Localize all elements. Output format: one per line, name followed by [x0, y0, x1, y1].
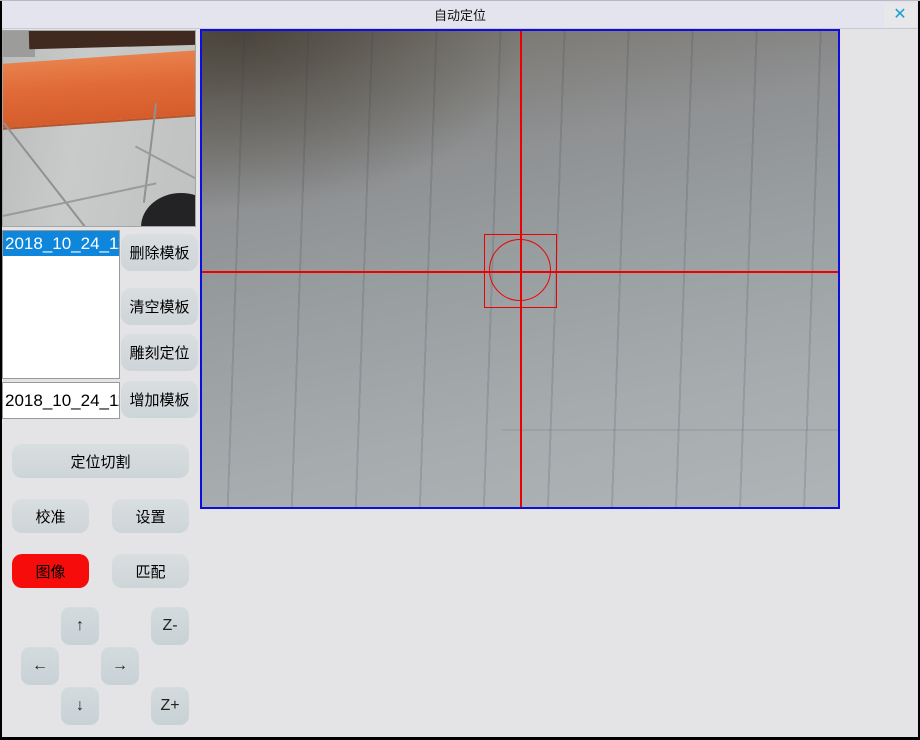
- calibrate-button[interactable]: 校准: [12, 499, 89, 533]
- preview-dark-band: [29, 30, 196, 49]
- match-region-circle: [489, 239, 551, 301]
- template-list-item[interactable]: 2018_10_24_11: [3, 231, 119, 256]
- close-icon: ✕: [893, 7, 906, 23]
- image-button[interactable]: 图像: [12, 554, 89, 588]
- preview-orange-beam: [2, 50, 196, 131]
- template-list: 2018_10_24_11: [2, 230, 120, 379]
- preview-tile-line: [2, 182, 156, 217]
- camera-viewport[interactable]: [200, 29, 840, 509]
- position-cut-button[interactable]: 定位切割: [12, 444, 189, 478]
- jog-right-button[interactable]: →: [101, 647, 139, 685]
- jog-left-button[interactable]: ←: [21, 647, 59, 685]
- jog-down-button[interactable]: ↓: [61, 687, 99, 725]
- window-border-left: [0, 1, 2, 740]
- close-button[interactable]: ✕: [884, 3, 916, 27]
- add-template-button[interactable]: 增加模板: [121, 381, 198, 418]
- jog-up-button[interactable]: ↑: [61, 607, 99, 645]
- delete-template-button[interactable]: 删除模板: [121, 234, 198, 271]
- template-name-field[interactable]: [2, 382, 120, 419]
- camera-image-seam: [502, 429, 838, 431]
- jog-z-minus-button[interactable]: Z-: [151, 607, 189, 645]
- template-preview-image: [2, 30, 196, 227]
- title-bar: 自动定位 ✕: [0, 1, 920, 29]
- preview-dark-object: [141, 193, 196, 227]
- engrave-position-button[interactable]: 雕刻定位: [121, 334, 198, 371]
- window-title: 自动定位: [434, 5, 486, 24]
- match-button[interactable]: 匹配: [112, 554, 189, 588]
- clear-template-button[interactable]: 清空模板: [121, 288, 198, 325]
- settings-button[interactable]: 设置: [112, 499, 189, 533]
- preview-tile-line: [135, 146, 196, 183]
- auto-position-dialog: 自动定位 ✕ 2018_10_24_11 删除模板 清空模板 雕刻定位 增加模板…: [0, 0, 920, 740]
- jog-z-plus-button[interactable]: Z+: [151, 687, 189, 725]
